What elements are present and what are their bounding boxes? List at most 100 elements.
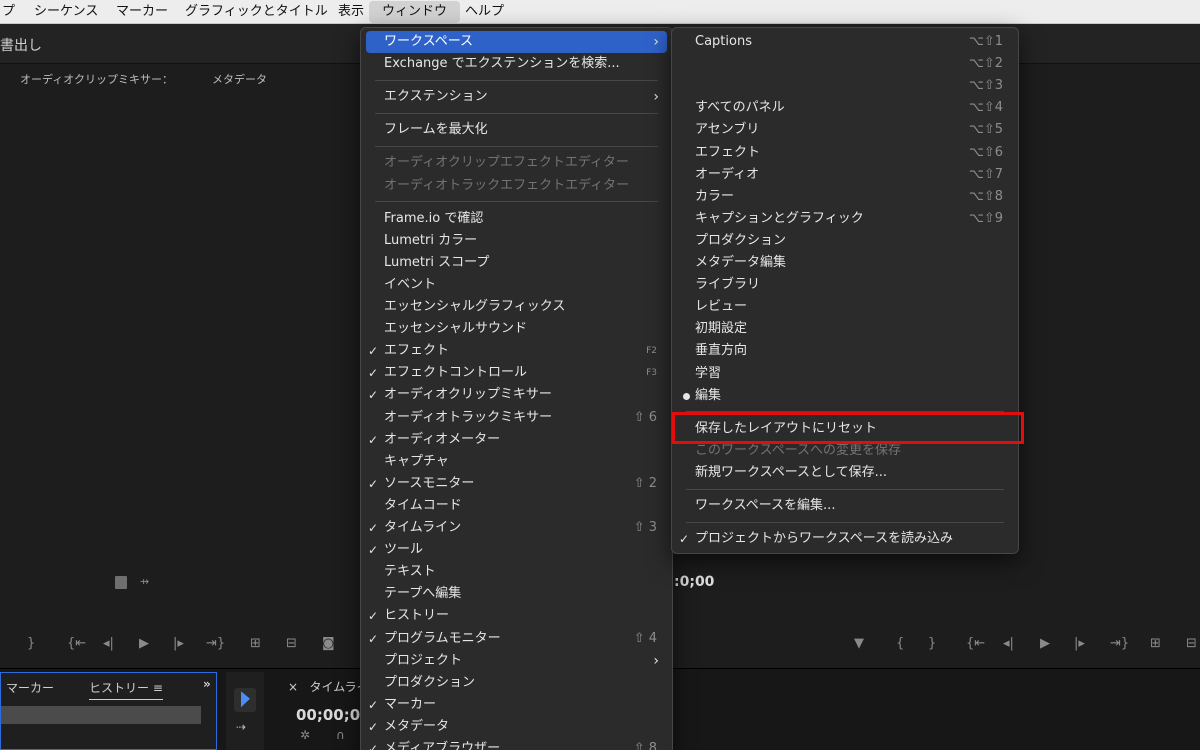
- workspace-submenu-item[interactable]: ⌥⇧3: [677, 75, 1013, 97]
- window-menu-item[interactable]: プロジェクト ›: [366, 650, 667, 672]
- window-menu-item[interactable]: ✓ マーカー: [366, 694, 667, 716]
- window-menu-item-label: エッセンシャルサウンド: [384, 321, 528, 337]
- step-back-icon[interactable]: ◂|: [103, 636, 114, 651]
- workspace-submenu-item[interactable]: 編集: [677, 385, 1013, 407]
- window-menu-item[interactable]: ✓ タイムライン ⇧ 3: [366, 517, 667, 539]
- go-to-out-icon[interactable]: ⇥}: [206, 636, 225, 651]
- linked-selection-icon[interactable]: ∩: [336, 728, 345, 742]
- window-menu-item[interactable]: ✓ ツール: [366, 539, 667, 561]
- play-icon[interactable]: ▶: [139, 636, 149, 651]
- window-menu-item[interactable]: タイムコード: [366, 495, 667, 517]
- workspace-submenu-item[interactable]: エフェクト ⌥⇧6: [677, 142, 1013, 164]
- workspace-submenu-item[interactable]: すべてのパネル ⌥⇧4: [677, 97, 1013, 119]
- window-menu-item[interactable]: フレームを最大化: [366, 119, 667, 141]
- window-menu-item[interactable]: Frame.io で確認: [366, 208, 667, 230]
- close-icon[interactable]: ×: [288, 680, 298, 694]
- workspace-submenu-item[interactable]: オーディオ ⌥⇧7: [677, 164, 1013, 186]
- timeline-tab[interactable]: × タイムライ: [288, 678, 369, 695]
- checkmark-icon: ✓: [679, 532, 690, 547]
- menu-app[interactable]: プ: [2, 0, 15, 24]
- menu-marker[interactable]: マーカー: [116, 0, 168, 24]
- history-list-row[interactable]: [1, 706, 201, 724]
- window-menu-item-label: キャプチャ: [384, 453, 449, 469]
- mark-out-icon-2[interactable]: }: [928, 636, 936, 651]
- go-to-out-icon-2[interactable]: ⇥}: [1110, 636, 1129, 651]
- workspace-submenu-item[interactable]: ⌥⇧2: [677, 53, 1013, 75]
- menu-sequence[interactable]: シーケンス: [34, 0, 98, 24]
- window-menu-item[interactable]: ✓ プログラムモニター ⇧ 4: [366, 628, 667, 650]
- window-menu-item[interactable]: Lumetri スコープ: [366, 252, 667, 274]
- metadata-tab[interactable]: メタデータ: [212, 71, 267, 87]
- workspace-submenu-item[interactable]: ✓ プロジェクトからワークスペースを読み込み: [677, 528, 1013, 550]
- workspace-submenu-item[interactable]: メタデータ編集: [677, 252, 1013, 274]
- window-menu-item[interactable]: プロダクション: [366, 672, 667, 694]
- window-menu-item[interactable]: ✓ ソースモニター ⇧ 2: [366, 473, 667, 495]
- marker-panel-tab[interactable]: マーカー: [6, 679, 54, 696]
- step-forward-icon-2[interactable]: |▸: [1074, 636, 1085, 651]
- track-select-icon[interactable]: ⇢: [236, 720, 246, 734]
- workspace-submenu-item[interactable]: Captions ⌥⇧1: [677, 31, 1013, 53]
- snap-icon[interactable]: ✲: [300, 728, 310, 742]
- workspace-submenu-item[interactable]: 学習: [677, 363, 1013, 385]
- window-menu-item[interactable]: ✓ オーディオメーター: [366, 429, 667, 451]
- mark-out-icon[interactable]: }: [27, 636, 35, 651]
- window-menu-item[interactable]: オーディオトラックミキサー ⇧ 6: [366, 407, 667, 429]
- window-menu-item[interactable]: キャプチャ: [366, 451, 667, 473]
- workspace-submenu-item[interactable]: 新規ワークスペースとして保存...: [677, 462, 1013, 484]
- workspace-submenu-item[interactable]: 垂直方向: [677, 340, 1013, 362]
- marker-icon[interactable]: ▼: [854, 636, 864, 651]
- workspace-submenu-item[interactable]: アセンブリ ⌥⇧5: [677, 119, 1013, 141]
- window-menu-item[interactable]: Lumetri カラー: [366, 230, 667, 252]
- camera-icon[interactable]: ◙: [322, 636, 335, 651]
- window-menu-item[interactable]: ✓ メディアブラウザー ⇧ 8: [366, 738, 667, 750]
- workspace-submenu-item-label: プロジェクトからワークスペースを読み込み: [695, 531, 954, 547]
- window-menu-item[interactable]: エッセンシャルサウンド: [366, 318, 667, 340]
- window-menu-item[interactable]: ✓ ヒストリー: [366, 605, 667, 627]
- workspace-submenu-item[interactable]: プロダクション: [677, 230, 1013, 252]
- program-timecode: :0;00: [674, 574, 715, 590]
- step-forward-icon[interactable]: |▸: [173, 636, 184, 651]
- window-menu-item[interactable]: ✓ オーディオクリップミキサー: [366, 384, 667, 406]
- window-menu-item[interactable]: ✓ エフェクト F2: [366, 340, 667, 362]
- history-panel-tab[interactable]: ヒストリー ≡: [89, 679, 163, 700]
- menu-window[interactable]: ウィンドウ: [369, 1, 461, 23]
- workspace-submenu-item[interactable]: レビュー: [677, 296, 1013, 318]
- window-menu-item-label: ワークスペース: [384, 34, 474, 49]
- window-menu-item[interactable]: ワークスペース ›: [366, 31, 667, 53]
- go-to-in-icon[interactable]: {⇤: [67, 636, 86, 651]
- menu-graphics-titles[interactable]: グラフィックとタイトル: [185, 0, 328, 24]
- menu-view[interactable]: 表示: [338, 0, 364, 24]
- collapse-icon[interactable]: »: [203, 677, 211, 691]
- shortcut-label: F3: [646, 368, 657, 379]
- window-menu-item-label: オーディオクリップエフェクトエディター: [384, 155, 629, 171]
- insert-icon[interactable]: ⊞: [250, 636, 261, 651]
- workspace-submenu-item[interactable]: ライブラリ: [677, 274, 1013, 296]
- workspace-submenu-item[interactable]: 初期設定: [677, 318, 1013, 340]
- shortcut-label: F2: [646, 346, 657, 357]
- play-icon-2[interactable]: ▶: [1040, 636, 1050, 651]
- audio-waveform-icon[interactable]: ⇸: [140, 575, 149, 588]
- window-menu-item[interactable]: テキスト: [366, 561, 667, 583]
- mark-in-icon[interactable]: {: [896, 636, 904, 651]
- extract-icon[interactable]: ⊟: [1186, 636, 1197, 651]
- panel-menu-icon[interactable]: ≡: [153, 681, 163, 695]
- film-icon[interactable]: [115, 576, 127, 589]
- window-menu-item[interactable]: ✓ エフェクトコントロール F3: [366, 362, 667, 384]
- window-menu-item[interactable]: エクステンション ›: [366, 86, 667, 108]
- selection-tool-icon[interactable]: [234, 688, 256, 712]
- window-menu-item[interactable]: エッセンシャルグラフィックス: [366, 296, 667, 318]
- window-menu-item[interactable]: テープへ編集: [366, 583, 667, 605]
- workspace-submenu-item[interactable]: ワークスペースを編集...: [677, 495, 1013, 517]
- step-back-icon-2[interactable]: ◂|: [1003, 636, 1014, 651]
- window-menu-item[interactable]: Exchange でエクステンションを検索...: [366, 53, 667, 75]
- window-menu-item[interactable]: イベント: [366, 274, 667, 296]
- audio-clip-mixer-tab[interactable]: オーディオクリップミキサー：: [20, 71, 173, 87]
- workspace-submenu-item[interactable]: キャプションとグラフィック ⌥⇧9: [677, 208, 1013, 230]
- window-menu-item[interactable]: ✓ メタデータ: [366, 716, 667, 738]
- go-to-in-icon-2[interactable]: {⇤: [966, 636, 985, 651]
- workspace-submenu-item[interactable]: カラー ⌥⇧8: [677, 186, 1013, 208]
- overwrite-icon[interactable]: ⊟: [286, 636, 297, 651]
- export-tab[interactable]: 書出し: [0, 35, 42, 55]
- menu-help[interactable]: ヘルプ: [465, 0, 504, 24]
- lift-icon[interactable]: ⊞: [1150, 636, 1161, 651]
